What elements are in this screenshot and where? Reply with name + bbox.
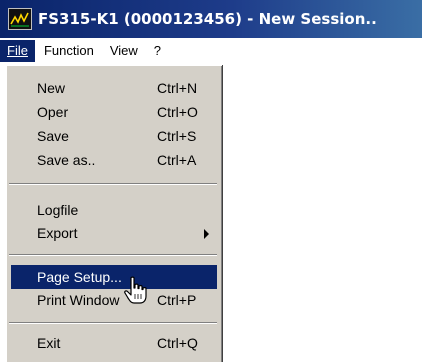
menu-item-export[interactable]: Export (11, 221, 217, 245)
menu-item-logfile[interactable]: Logfile (11, 198, 217, 222)
menu-item-label: New (37, 80, 66, 96)
menu-item-label: Save (37, 128, 69, 144)
menu-item-label: Logfile (37, 202, 79, 218)
menu-file[interactable]: File (0, 40, 35, 62)
menu-item-save[interactable]: Save Ctrl+S (11, 124, 217, 148)
menu-item-label: Exit (37, 335, 61, 351)
menu-item-label: Page Setup... (37, 269, 122, 285)
menu-separator (9, 322, 217, 324)
submenu-arrow-icon (204, 229, 209, 239)
window-title: FS315-K1 (0000123456) - New Session.. (38, 10, 377, 28)
menu-help[interactable]: ? (147, 40, 168, 62)
menu-item-shortcut: Ctrl+S (157, 128, 197, 144)
menu-item-save-as[interactable]: Save as.. Ctrl+A (11, 148, 217, 172)
hand-pointer-icon (123, 276, 149, 306)
menu-view[interactable]: View (103, 40, 145, 62)
menu-item-label: Oper (37, 104, 69, 120)
menu-bar: File Function View ? (0, 38, 422, 64)
graph-icon[interactable] (8, 8, 32, 30)
menu-item-print-window[interactable]: Print Window Ctrl+P (11, 288, 217, 312)
menu-item-exit[interactable]: Exit Ctrl+Q (11, 331, 217, 355)
menu-item-shortcut: Ctrl+O (157, 104, 198, 120)
menu-item-shortcut: Ctrl+A (157, 152, 197, 168)
menu-item-new[interactable]: New Ctrl+N (11, 76, 217, 100)
menu-item-page-setup[interactable]: Page Setup... (11, 265, 217, 289)
menu-item-shortcut: Ctrl+Q (157, 335, 198, 351)
app-window: FS315-K1 (0000123456) - New Session.. Fi… (0, 0, 422, 362)
file-menu-dropdown: New Ctrl+N Oper Ctrl+O Save Ctrl+S Save … (6, 65, 222, 362)
title-bar[interactable]: FS315-K1 (0000123456) - New Session.. (0, 0, 422, 38)
menu-item-label: Save as.. (37, 152, 96, 168)
menu-separator (9, 183, 217, 185)
menu-item-label: Print Window (37, 292, 120, 308)
menu-item-shortcut: Ctrl+P (157, 292, 197, 308)
menu-function[interactable]: Function (37, 40, 101, 62)
menu-item-shortcut: Ctrl+N (157, 80, 198, 96)
menu-item-open[interactable]: Oper Ctrl+O (11, 100, 217, 124)
menu-item-label: Export (37, 225, 78, 241)
menu-separator (9, 254, 217, 256)
